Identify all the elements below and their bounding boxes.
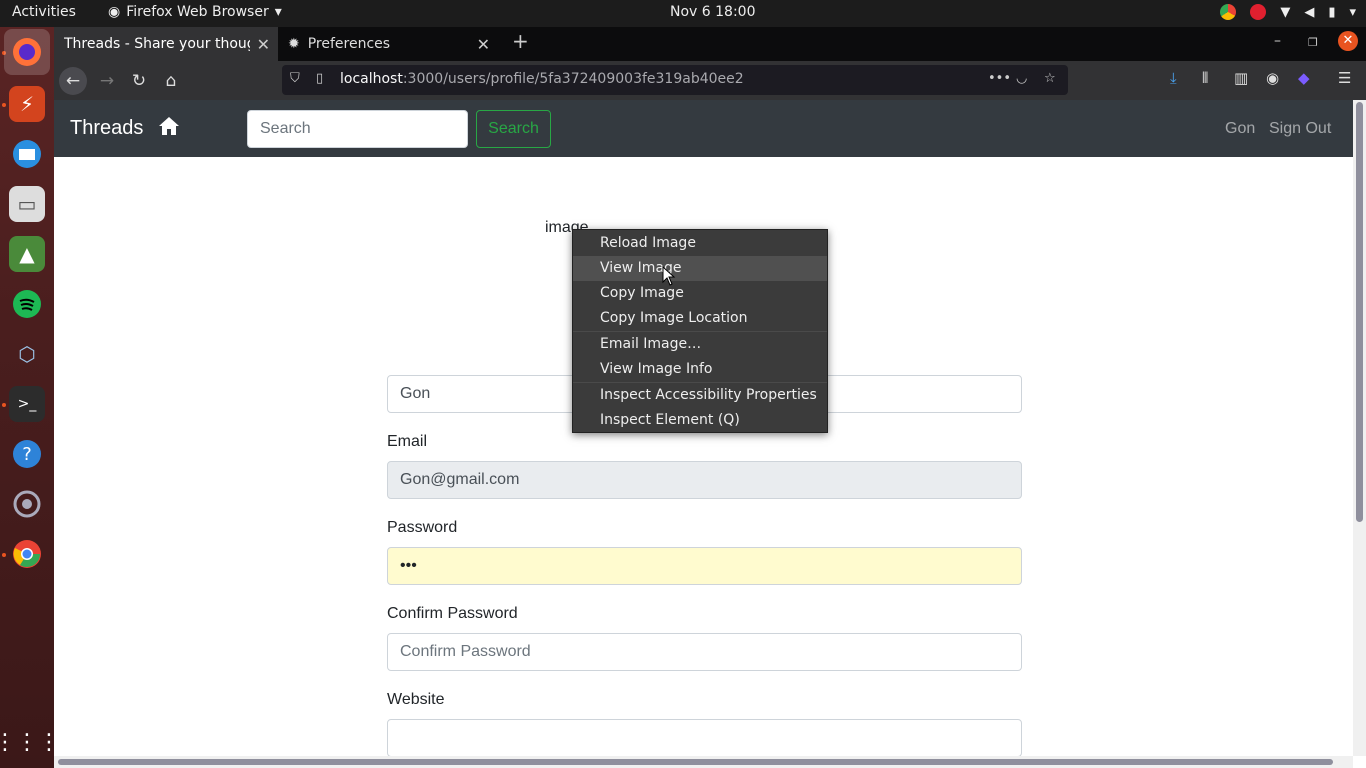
- password-label: Password: [387, 519, 458, 536]
- thunderbird-icon[interactable]: [9, 136, 45, 172]
- menu-item-copy-image-location[interactable]: Copy Image Location: [573, 306, 827, 331]
- firefox-dock-icon[interactable]: [4, 29, 50, 75]
- terminal-icon[interactable]: >_: [9, 386, 45, 422]
- app-menu[interactable]: ◉ Firefox Web Browser ▾: [108, 4, 282, 20]
- virtualbox-icon[interactable]: ⬡: [9, 336, 45, 372]
- sidebar-icon[interactable]: ▥: [1234, 69, 1248, 87]
- mouse-pointer-icon: [662, 266, 676, 286]
- tab-title: Threads - Share your though: [64, 36, 250, 52]
- page-actions-icon[interactable]: •••: [988, 71, 1011, 86]
- context-menu: Reload Image View Image Copy Image Copy …: [572, 229, 828, 433]
- window-close-button[interactable]: ✕: [1338, 31, 1358, 51]
- scrollbar-thumb[interactable]: [1356, 102, 1363, 522]
- forward-button[interactable]: →: [93, 67, 121, 95]
- url-bar[interactable]: ⛉ ▯ localhost:3000/users/profile/5fa3724…: [282, 65, 1068, 95]
- back-button[interactable]: ←: [59, 67, 87, 95]
- chrome-dock-icon[interactable]: [9, 536, 45, 572]
- password-field[interactable]: •••: [387, 547, 1022, 585]
- menu-item-reload-image[interactable]: Reload Image: [573, 231, 827, 256]
- running-indicator: [2, 103, 6, 107]
- wifi-icon: ▼: [1280, 4, 1291, 20]
- svg-text:?: ?: [22, 444, 32, 465]
- page-info-icon[interactable]: ▯: [316, 71, 323, 86]
- home-button[interactable]: ⌂: [157, 67, 185, 95]
- image-viewer-icon[interactable]: ▲: [9, 236, 45, 272]
- running-indicator: [2, 553, 6, 557]
- close-tab-icon[interactable]: ✕: [477, 35, 490, 54]
- menu-item-inspect-accessibility[interactable]: Inspect Accessibility Properties: [573, 383, 827, 408]
- email-field[interactable]: Gon@gmail.com: [387, 461, 1022, 499]
- website-field[interactable]: [387, 719, 1022, 756]
- url-host: localhost: [340, 71, 403, 87]
- new-tab-button[interactable]: +: [512, 29, 529, 53]
- confirm-password-label: Confirm Password: [387, 605, 518, 622]
- chevron-down-icon: ▾: [1349, 4, 1356, 20]
- menu-item-inspect-element[interactable]: Inspect Element (Q): [573, 408, 827, 433]
- volume-icon: ◀: [1304, 4, 1315, 20]
- tab-title: Preferences: [307, 36, 391, 52]
- gear-icon: ✹: [288, 36, 300, 52]
- git-app-icon[interactable]: ⚡: [9, 86, 45, 122]
- sign-out-link[interactable]: Sign Out: [1269, 120, 1331, 138]
- confirm-password-field[interactable]: Confirm Password: [387, 633, 1022, 671]
- navigation-toolbar: ← → ↻ ⌂ ⛉ ▯ localhost:3000/users/profile…: [54, 61, 1366, 100]
- horizontal-scrollbar[interactable]: [54, 756, 1353, 768]
- extension-icon[interactable]: ◆: [1298, 69, 1310, 87]
- url-path: :3000/users/profile/5fa372409003fe319ab4…: [402, 71, 744, 87]
- menu-item-view-image-info[interactable]: View Image Info: [573, 357, 827, 382]
- menu-item-view-image[interactable]: View Image: [573, 256, 827, 281]
- app-menu-label: Firefox Web Browser: [126, 4, 269, 20]
- tab-strip: Threads - Share your though ✕ ✹ Preferen…: [54, 27, 1366, 61]
- spotify-icon[interactable]: [9, 286, 45, 322]
- firefox-icon: ◉: [108, 4, 121, 20]
- battery-icon: ▮: [1328, 4, 1336, 20]
- site-navbar: Threads Search Search Gon Sign Out: [54, 100, 1353, 157]
- files-icon[interactable]: ▭: [9, 186, 45, 222]
- brand-link[interactable]: Threads: [70, 117, 143, 140]
- search-input[interactable]: Search: [247, 110, 468, 148]
- library-icon[interactable]: ⫴: [1202, 69, 1208, 87]
- nav-user-link[interactable]: Gon: [1225, 120, 1255, 138]
- menu-item-copy-image[interactable]: Copy Image: [573, 281, 827, 306]
- chevron-down-icon: ▾: [274, 4, 282, 20]
- scrollbar-thumb[interactable]: [58, 759, 1333, 765]
- menu-icon[interactable]: ☰: [1338, 69, 1351, 87]
- account-icon[interactable]: ◉: [1266, 69, 1279, 87]
- maximize-button[interactable]: ❐: [1308, 36, 1318, 49]
- do-not-disturb-icon[interactable]: [1250, 4, 1267, 20]
- running-indicator: [2, 403, 6, 407]
- close-tab-icon[interactable]: ✕: [257, 35, 270, 54]
- home-icon[interactable]: [158, 116, 180, 142]
- activities-button[interactable]: Activities: [12, 4, 76, 20]
- dock: ⚡ ▭ ▲ ⬡ >_ ? ⋮⋮⋮: [0, 27, 60, 768]
- minimize-button[interactable]: –: [1274, 33, 1281, 49]
- system-tray[interactable]: ▼ ◀ ▮ ▾: [1220, 4, 1356, 20]
- reload-button[interactable]: ↻: [125, 67, 153, 95]
- gnome-top-bar: Activities ◉ Firefox Web Browser ▾ Nov 6…: [0, 0, 1366, 27]
- show-applications-icon[interactable]: ⋮⋮⋮: [0, 724, 60, 760]
- clock[interactable]: Nov 6 18:00: [670, 4, 755, 20]
- downloads-icon[interactable]: ⤓: [1170, 69, 1177, 87]
- vertical-scrollbar[interactable]: [1353, 100, 1366, 756]
- tab-threads[interactable]: Threads - Share your though ✕: [54, 27, 278, 61]
- pocket-icon[interactable]: ◡: [1016, 71, 1027, 86]
- email-label: Email: [387, 433, 428, 450]
- search-button[interactable]: Search: [476, 110, 551, 148]
- url-text[interactable]: localhost:3000/users/profile/5fa37240900…: [340, 71, 744, 87]
- bookmark-star-icon[interactable]: ☆: [1044, 71, 1056, 86]
- website-label: Website: [387, 691, 445, 708]
- menu-item-email-image[interactable]: Email Image…: [573, 332, 827, 357]
- shield-icon[interactable]: ⛉: [290, 71, 300, 86]
- chrome-tray-icon[interactable]: [1220, 4, 1237, 20]
- help-icon[interactable]: ?: [9, 436, 45, 472]
- tab-preferences[interactable]: ✹ Preferences ✕: [278, 27, 498, 61]
- settings-app-icon[interactable]: [9, 486, 45, 522]
